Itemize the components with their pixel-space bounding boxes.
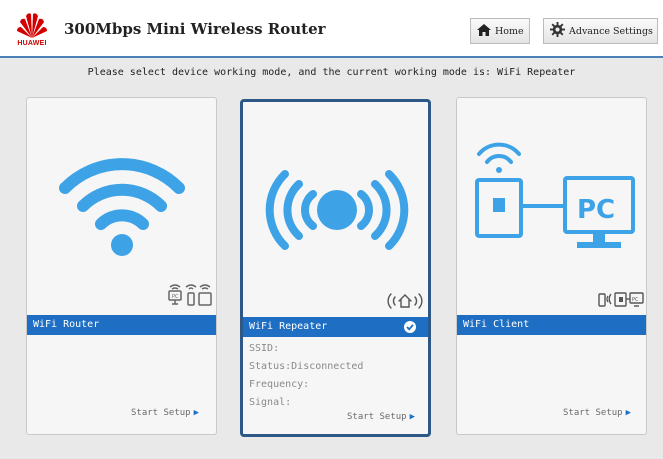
wifi-repeater-start-setup[interactable]: Start Setup ▶	[347, 412, 415, 422]
wifi-client-label: WiFi Client	[457, 315, 646, 335]
wifi-icon	[57, 148, 187, 264]
pc-text: PC	[577, 195, 615, 225]
play-arrow-icon: ▶	[409, 412, 416, 422]
advance-settings-label: Advance Settings	[569, 25, 653, 37]
wifi-repeater-label: WiFi Repeater	[243, 317, 428, 337]
start-setup-label: Start Setup	[131, 408, 191, 418]
signal-label: Signal:	[249, 397, 292, 408]
selected-check-icon	[404, 321, 416, 333]
advance-settings-button[interactable]: Advance Settings	[543, 18, 658, 44]
repeater-signal-icon	[259, 160, 415, 264]
home-button[interactable]: Home	[470, 18, 530, 44]
wifi-client-start-setup[interactable]: Start Setup ▶	[563, 408, 631, 418]
repeater-home-icon	[385, 290, 425, 316]
working-mode-notice: Please select device working mode, and t…	[87, 67, 576, 78]
status-label: Status:	[249, 361, 292, 372]
play-arrow-icon: ▶	[193, 408, 200, 418]
wifi-router-card[interactable]: PC WiFi Router Start Setup ▶	[26, 97, 217, 435]
status-value: Disconnected	[291, 361, 364, 372]
wifi-repeater-card[interactable]: WiFi Repeater SSID: Status:Disconnected …	[240, 99, 431, 437]
client-devices-icon: PC	[597, 288, 645, 314]
wifi-client-card[interactable]: PC PC WiFi Client Start Setup ▶	[456, 97, 647, 435]
wifi-repeater-label-text: WiFi Repeater	[249, 321, 328, 332]
start-setup-label: Start Setup	[563, 408, 623, 418]
app-title: 300Mbps Mini Wireless Router	[64, 20, 326, 38]
start-setup-label: Start Setup	[347, 412, 407, 422]
huawei-logo: HUAWEI	[14, 10, 50, 50]
svg-text:PC: PC	[172, 294, 179, 300]
status-row: Status:Disconnected	[249, 358, 363, 376]
wifi-router-start-setup[interactable]: Start Setup ▶	[131, 408, 199, 418]
home-label: Home	[495, 25, 524, 37]
gear-icon	[550, 22, 565, 40]
frequency-label: Frequency:	[249, 379, 310, 390]
router-devices-icon: PC	[167, 279, 213, 315]
svg-text:PC: PC	[632, 297, 639, 303]
play-arrow-icon: ▶	[625, 408, 632, 418]
ssid-label: SSID:	[249, 343, 280, 354]
brand-name: HUAWEI	[17, 40, 47, 47]
client-pc-illustration: PC	[467, 138, 647, 262]
top-bar: HUAWEI 300Mbps Mini Wireless Router Home	[0, 0, 663, 58]
repeater-info: SSID: Status:Disconnected Frequency: Sig…	[249, 340, 363, 412]
wifi-router-label: WiFi Router	[27, 315, 216, 335]
home-icon	[477, 23, 491, 39]
